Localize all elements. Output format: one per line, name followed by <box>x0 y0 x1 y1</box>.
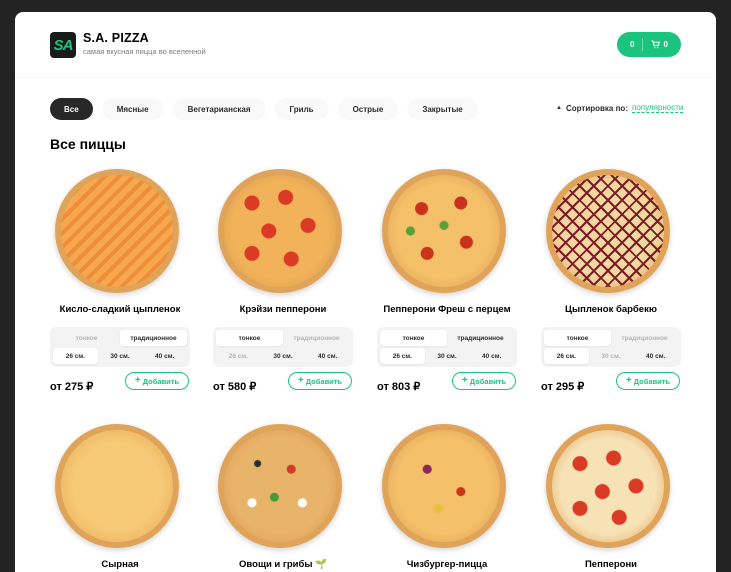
add-button[interactable]: + Добавить <box>288 372 352 390</box>
options-selector: тонкое традиционное 26 см. 30 см. 40 см. <box>213 327 353 367</box>
plus-icon: + <box>461 375 468 386</box>
pizza-image[interactable] <box>218 424 342 548</box>
cart-total: 0 <box>630 40 635 49</box>
category-tabs: Все Мясные Вегетарианская Гриль Острые З… <box>50 98 478 120</box>
header: SA S.A. PIZZA самая вкусная пицца во все… <box>15 12 716 78</box>
cart-button[interactable]: 0 0 <box>617 32 681 57</box>
size-40[interactable]: 40 см. <box>305 348 350 364</box>
size-40[interactable]: 40 см. <box>469 348 514 364</box>
size-26[interactable]: 26 см. <box>544 348 589 364</box>
size-26[interactable]: 26 см. <box>380 348 425 364</box>
size-26[interactable]: 26 см. <box>216 348 261 364</box>
cart-count: 0 <box>663 40 668 49</box>
options-selector: тонкое традиционное 26 см. 30 см. 40 см. <box>377 327 517 367</box>
pizza-image[interactable] <box>218 169 342 293</box>
dough-traditional[interactable]: традиционное <box>611 330 678 346</box>
tab-meat[interactable]: Мясные <box>101 98 164 120</box>
sort-value[interactable]: популярности <box>631 103 684 113</box>
pizza-name: Цыпленок барбекю <box>565 304 657 315</box>
plus-icon: + <box>297 375 304 386</box>
pizza-image[interactable] <box>546 169 670 293</box>
add-button[interactable]: + Добавить <box>616 372 680 390</box>
size-30[interactable]: 30 см. <box>98 348 143 364</box>
add-label: Добавить <box>469 376 507 386</box>
tab-closed[interactable]: Закрытые <box>407 98 478 120</box>
sort-control: ▲ Сортировка по: популярности <box>556 103 684 113</box>
tab-spicy[interactable]: Острые <box>337 98 399 120</box>
pizza-image[interactable] <box>382 424 506 548</box>
size-40[interactable]: 40 см. <box>142 348 187 364</box>
pizza-image[interactable] <box>546 424 670 548</box>
brand-name: S.A. PIZZA <box>83 31 149 45</box>
options-selector: тонкое традиционное 26 см. 30 см. 40 см. <box>541 327 681 367</box>
cart-count-group: 0 <box>650 40 668 49</box>
add-label: Добавить <box>633 376 671 386</box>
size-30[interactable]: 30 см. <box>261 348 306 364</box>
pizza-name: Пепперони Фреш с перцем <box>383 304 511 315</box>
section-title: Все пиццы <box>50 136 126 152</box>
sort-arrow-icon: ▲ <box>556 105 562 111</box>
add-label: Добавить <box>142 376 180 386</box>
plus-icon: + <box>134 375 141 386</box>
pizza-price: от 295 ₽ <box>541 381 585 393</box>
pizza-image[interactable] <box>55 169 179 293</box>
add-button[interactable]: + Добавить <box>125 372 189 390</box>
pizza-name: Крэйзи пепперони <box>239 304 327 315</box>
add-button[interactable]: + Добавить <box>452 372 516 390</box>
dough-traditional[interactable]: традиционное <box>120 330 187 346</box>
cart-icon <box>650 40 660 49</box>
tab-vegetarian[interactable]: Вегетарианская <box>172 98 266 120</box>
options-selector: тонкое традиционное 26 см. 30 см. 40 см. <box>50 327 190 367</box>
brand-tagline: самая вкусная пицца во вселенной <box>83 47 206 56</box>
size-30[interactable]: 30 см. <box>425 348 470 364</box>
dough-traditional[interactable]: традиционное <box>447 330 514 346</box>
pizza-price: от 803 ₽ <box>377 381 421 393</box>
size-26[interactable]: 26 см. <box>53 348 98 364</box>
tab-grill[interactable]: Гриль <box>274 98 329 120</box>
dough-thin[interactable]: тонкое <box>380 330 447 346</box>
pizza-price: от 580 ₽ <box>213 381 257 393</box>
pizza-image[interactable] <box>382 169 506 293</box>
dough-traditional[interactable]: традиционное <box>283 330 350 346</box>
tab-all[interactable]: Все <box>50 98 93 120</box>
pizza-name: Кисло-сладкий цыпленок <box>59 304 181 315</box>
dough-thin[interactable]: тонкое <box>544 330 611 346</box>
size-30[interactable]: 30 см. <box>589 348 634 364</box>
plus-icon: + <box>625 375 632 386</box>
brand: S.A. PIZZA самая вкусная пицца во вселен… <box>83 31 206 56</box>
dough-thin[interactable]: тонкое <box>216 330 283 346</box>
sort-label: Сортировка по: <box>565 103 628 113</box>
logo[interactable]: SA <box>50 32 76 58</box>
cart-divider <box>642 38 643 51</box>
pizza-price: от 275 ₽ <box>50 381 94 393</box>
app-window: SA S.A. PIZZA самая вкусная пицца во все… <box>15 12 716 572</box>
add-label: Добавить <box>305 376 343 386</box>
size-40[interactable]: 40 см. <box>633 348 678 364</box>
dough-thin[interactable]: тонкое <box>53 330 120 346</box>
pizza-image[interactable] <box>55 424 179 548</box>
